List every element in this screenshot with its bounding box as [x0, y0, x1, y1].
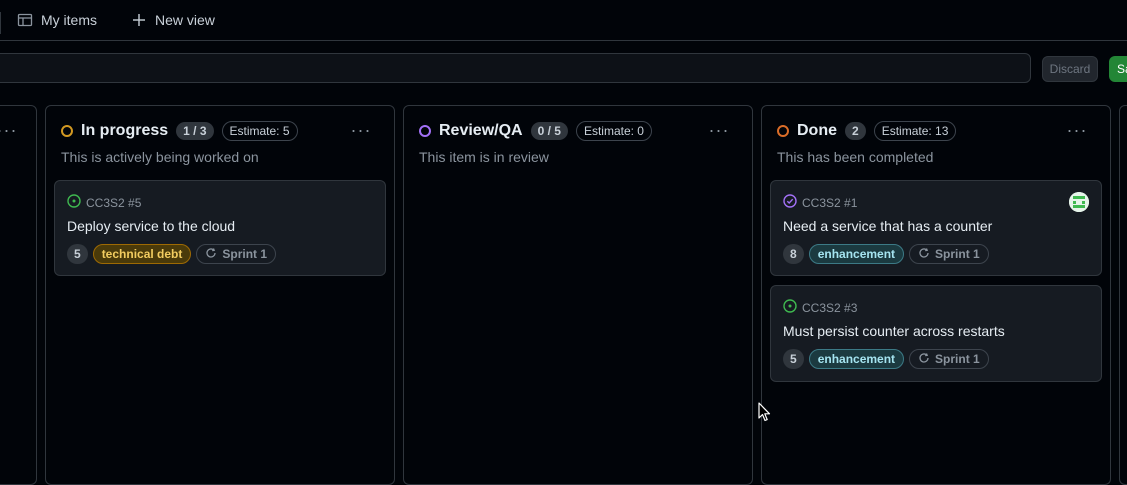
estimate-points: 8 — [783, 244, 804, 264]
issue-reference-text: CC3S2 #5 — [86, 195, 142, 210]
status-circle-icon — [61, 125, 73, 137]
column-description: This item is in review — [419, 149, 549, 165]
sprint-token[interactable]: Sprint 1 — [909, 349, 989, 369]
column-menu-icon[interactable]: ··· — [707, 120, 731, 140]
column-title: Review/QA — [439, 122, 523, 139]
estimate-badge: Estimate: 5 — [221, 121, 298, 141]
column-partial-right — [1119, 105, 1127, 485]
table-icon — [17, 12, 33, 28]
iteration-icon — [205, 247, 217, 262]
column-in-progress: In progress 1 / 3 Estimate: 5 ··· This i… — [45, 105, 395, 485]
column-title: In progress — [81, 122, 169, 139]
filter-bar: Discard Sa — [0, 41, 1127, 105]
iteration-icon — [918, 352, 930, 367]
new-view-label: New view — [155, 12, 215, 28]
column-header: Review/QA 0 / 5 Estimate: 0 — [419, 120, 652, 142]
issue-title[interactable]: Must persist counter across restarts — [783, 323, 1005, 339]
issue-card[interactable]: CC3S2 #3 Must persist counter across res… — [770, 285, 1102, 382]
sprint-label: Sprint 1 — [935, 247, 980, 261]
sprint-token[interactable]: Sprint 1 — [909, 244, 989, 264]
column-header: In progress 1 / 3 Estimate: 5 — [61, 120, 298, 142]
issue-title[interactable]: Need a service that has a counter — [783, 218, 992, 234]
estimate-points: 5 — [783, 349, 804, 369]
column-done: Done 2 Estimate: 13 ··· This has been co… — [761, 105, 1111, 485]
issue-reference-text: CC3S2 #1 — [802, 195, 858, 210]
issue-reference[interactable]: CC3S2 #3 — [783, 299, 857, 316]
discard-button[interactable]: Discard — [1042, 56, 1098, 82]
view-tab-bar: My items New view — [0, 0, 1127, 41]
card-fields: 5 technical debt Sprint 1 — [67, 244, 277, 264]
column-header: Done 2 Estimate: 13 — [777, 120, 957, 142]
issue-reference-text: CC3S2 #3 — [802, 300, 858, 315]
card-fields: 5 enhancement Sprint 1 — [783, 349, 989, 369]
estimate-points: 5 — [67, 244, 88, 264]
label-enhancement[interactable]: enhancement — [808, 244, 905, 264]
column-menu-icon[interactable]: ··· — [349, 120, 373, 140]
label-enhancement[interactable]: enhancement — [808, 349, 905, 369]
tab-my-items-label: My items — [41, 12, 97, 28]
item-count-badge: 0 / 5 — [530, 122, 568, 140]
label-technical-debt[interactable]: technical debt — [92, 244, 192, 264]
column-review-qa: Review/QA 0 / 5 Estimate: 0 ··· This ite… — [403, 105, 753, 485]
issue-closed-icon — [783, 194, 797, 211]
issue-card[interactable]: CC3S2 #1 Need a service that has a count… — [770, 180, 1102, 276]
status-circle-icon — [419, 125, 431, 137]
issue-title[interactable]: Deploy service to the cloud — [67, 218, 235, 234]
filter-input[interactable] — [0, 53, 1031, 83]
column-title: Done — [797, 122, 837, 139]
column-menu-icon[interactable]: ··· — [1065, 120, 1089, 140]
assignee-avatar[interactable] — [1069, 192, 1089, 212]
estimate-badge: Estimate: 13 — [873, 121, 957, 141]
column-description: This has been completed — [777, 149, 934, 165]
card-fields: 8 enhancement Sprint 1 — [783, 244, 989, 264]
issue-reference[interactable]: CC3S2 #1 — [783, 194, 857, 211]
column-description: This is actively being worked on — [61, 149, 259, 165]
item-count-badge: 1 / 3 — [176, 122, 214, 140]
plus-icon — [131, 12, 147, 28]
tab-my-items[interactable]: My items — [17, 0, 97, 40]
status-circle-icon — [777, 125, 789, 137]
column-menu-icon[interactable]: ··· — [0, 120, 19, 140]
iteration-icon — [918, 247, 930, 262]
item-count-badge: 2 — [845, 122, 866, 140]
column-partial-left: ··· — [0, 105, 37, 485]
save-button[interactable]: Sa — [1109, 56, 1127, 82]
sprint-label: Sprint 1 — [222, 247, 268, 261]
estimate-badge: Estimate: 0 — [575, 121, 652, 141]
issue-open-icon — [67, 194, 81, 211]
sprint-token[interactable]: Sprint 1 — [196, 244, 277, 264]
tab-divider — [0, 12, 1, 34]
issue-card[interactable]: CC3S2 #5 Deploy service to the cloud 5 t… — [54, 180, 386, 276]
issue-reference[interactable]: CC3S2 #5 — [67, 194, 141, 211]
sprint-label: Sprint 1 — [935, 352, 980, 366]
new-view-button[interactable]: New view — [131, 0, 215, 40]
issue-open-icon — [783, 299, 797, 316]
mouse-cursor-icon — [758, 402, 772, 425]
